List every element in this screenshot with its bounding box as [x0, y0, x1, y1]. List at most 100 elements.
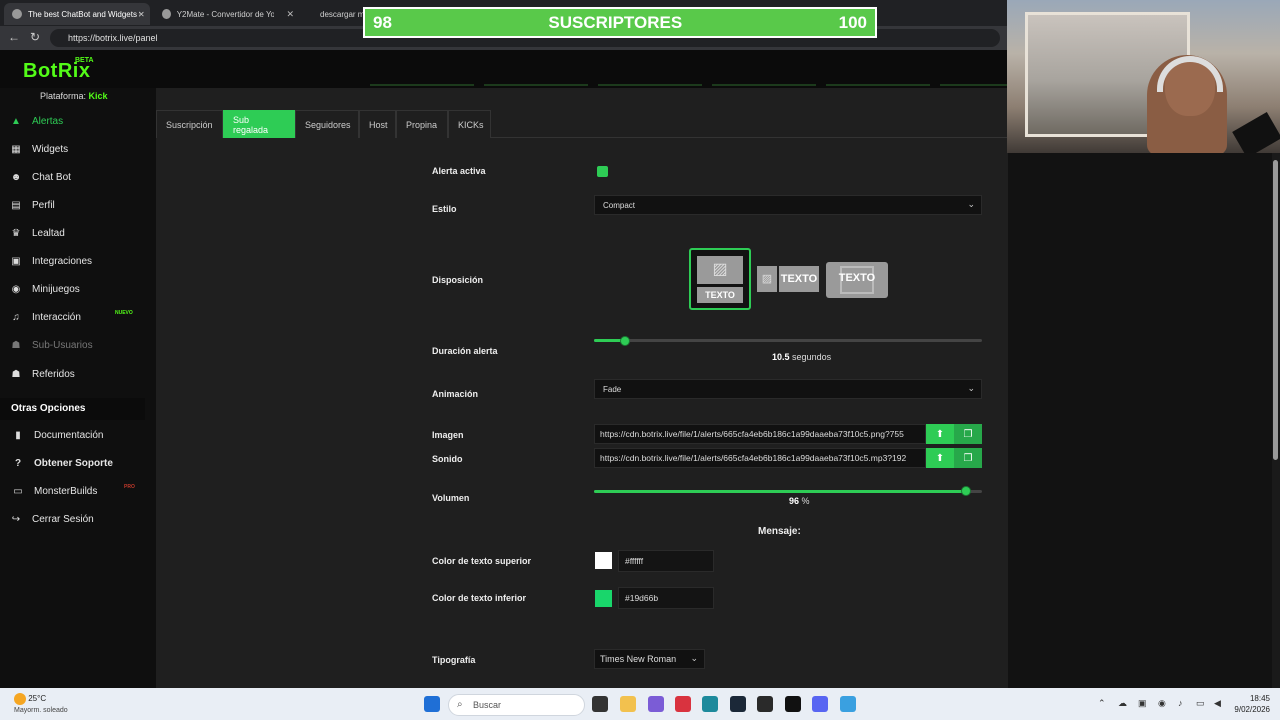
sidebar-item-alertas[interactable]: ▲ Alertas [10, 111, 150, 131]
edge-icon[interactable] [702, 696, 718, 712]
weather-widget[interactable]: 25°C Mayorm. soleado [14, 693, 68, 714]
reload-icon[interactable]: ↻ [30, 30, 40, 44]
sidebar-item-documentacion[interactable]: ▮ Documentación [12, 425, 152, 445]
sidebar-item-minijuegos[interactable]: ◉ Minijuegos [10, 279, 150, 299]
header-divider [826, 84, 930, 86]
scrollbar-thumb[interactable] [1273, 160, 1278, 460]
back-arrow-icon[interactable]: ← [8, 30, 20, 44]
browser-tab-search[interactable]: descargar m [306, 3, 366, 25]
chevron-down-icon: ⌄ [967, 199, 975, 209]
sidebar-item-lealtad[interactable]: ♛ Lealtad [10, 223, 150, 243]
taskbar-search[interactable]: ⌕ Buscar [448, 694, 585, 716]
tab-kicks[interactable]: KICKs [448, 110, 491, 138]
task-view-icon[interactable] [592, 696, 608, 712]
robot-icon: ☻ [10, 171, 22, 183]
close-tab-icon[interactable]: ✕ [286, 9, 294, 20]
app-icon[interactable] [675, 696, 691, 712]
duracion-label: Duración alerta [432, 346, 498, 356]
animacion-value: Fade [603, 384, 622, 394]
sidebar-item-cerrar-sesion[interactable]: ↪ Cerrar Sesión [10, 509, 150, 529]
clock-time: 18:45 [1249, 694, 1270, 703]
alerta-activa-checkbox[interactable] [597, 166, 608, 177]
webcam-overlay [1007, 0, 1280, 153]
sidebar-item-label: Referidos [32, 368, 75, 380]
sidebar-item-label: Widgets [32, 143, 69, 155]
sonido-url-input[interactable]: https://cdn.botrix.live/file/1/alerts/66… [594, 448, 926, 468]
sidebar-item-widgets[interactable]: ▦ Widgets [10, 139, 150, 159]
obs-icon[interactable] [757, 696, 773, 712]
steam-icon[interactable] [730, 696, 746, 712]
duracion-slider-track[interactable] [594, 339, 982, 342]
tray-app-icon[interactable]: ▣ [1138, 698, 1147, 709]
close-tab-icon[interactable]: ✕ [138, 3, 150, 25]
color-inferior-swatch[interactable] [595, 590, 612, 607]
copilot-icon[interactable] [648, 696, 664, 712]
imagen-label: Imagen [432, 430, 464, 440]
book-icon: ▮ [15, 429, 21, 441]
weather-desc: Mayorm. soleado [14, 707, 68, 714]
layout-option-vertical[interactable]: ▨ TEXTO [689, 248, 751, 310]
goal-label: SUSCRIPTORES [548, 12, 683, 32]
sidebar-item-chatbot[interactable]: ☻ Chat Bot [10, 167, 150, 187]
upload-icon: ⬆ [935, 428, 945, 440]
cloud-icon[interactable]: ☁ [1118, 698, 1127, 709]
duracion-readout: 10.5 segundos [772, 352, 831, 362]
duracion-slider-handle[interactable] [620, 336, 630, 346]
tab-seguidores[interactable]: Seguidores [295, 110, 359, 138]
upload-sound-button[interactable]: ⬆ [926, 448, 954, 468]
alert-settings-panel: Suscripción Sub regalada Seguidores Host… [156, 88, 1008, 688]
clock-date: 9/02/2026 [1234, 705, 1270, 714]
network-icon[interactable]: ▭ [1196, 698, 1205, 709]
estilo-select[interactable]: Compact ⌄ [594, 195, 982, 215]
sidebar-item-label: Sub-Usuarios [32, 339, 93, 351]
imagen-url-input[interactable]: https://cdn.botrix.live/file/1/alerts/66… [594, 424, 926, 444]
sidebar-item-perfil[interactable]: ▤ Perfil [10, 195, 150, 215]
tray-chevron-icon[interactable]: ⌃ [1098, 698, 1106, 709]
image-gallery-button[interactable]: ❐ [954, 424, 982, 444]
browser-tab-y2mate[interactable]: Y2Mate - Convertidor de YouTube ✕ [154, 3, 302, 25]
browser-tab-title: The best ChatBot and Widgets for [28, 9, 140, 19]
app-icon[interactable] [785, 696, 801, 712]
tab-sub-regalada[interactable]: Sub regalada [223, 110, 295, 138]
taskbar-clock[interactable]: 18:45 9/02/2026 [1234, 693, 1270, 715]
layout-option-overlay[interactable]: TEXTO [826, 262, 888, 298]
sidebar-item-integraciones[interactable]: ▣ Integraciones [10, 251, 150, 271]
upload-icon: ⬆ [935, 452, 945, 464]
browser-tab-botrix[interactable]: The best ChatBot and Widgets for [4, 3, 150, 25]
animacion-select[interactable]: Fade ⌄ [594, 379, 982, 399]
tab-suscripcion[interactable]: Suscripción [156, 110, 223, 138]
sidebar-item-referidos[interactable]: ☗ Referidos [10, 364, 150, 384]
tipografia-select[interactable]: Times New Roman ⌄ [594, 649, 705, 669]
color-superior-input[interactable]: #ffffff [618, 550, 714, 572]
sidebar-item-sub-usuarios[interactable]: ☗ Sub-Usuarios [10, 335, 150, 355]
beta-badge: BETA [75, 57, 94, 64]
upload-image-button[interactable]: ⬆ [926, 424, 954, 444]
mic-icon[interactable]: ♪ [1178, 698, 1183, 708]
animacion-label: Animación [432, 389, 479, 399]
sound-gallery-button[interactable]: ❐ [954, 448, 982, 468]
color-superior-swatch[interactable] [595, 552, 612, 569]
logout-icon: ↪ [11, 513, 21, 525]
tab-propina[interactable]: Propina [396, 110, 448, 138]
duracion-unit: segundos [792, 352, 832, 362]
volumen-label: Volumen [432, 493, 470, 503]
search-icon: ⌕ [457, 699, 463, 710]
layout-option-horizontal[interactable]: ▨ TEXTO [757, 264, 819, 294]
header-divider [484, 84, 588, 86]
windows-start-icon[interactable] [424, 696, 440, 712]
discord-icon[interactable] [812, 696, 828, 712]
gallery-icon: ❐ [963, 452, 973, 464]
tab-host[interactable]: Host [359, 110, 396, 138]
volume-icon[interactable]: ◀ [1214, 698, 1221, 709]
layout-text-label: TEXTO [779, 266, 819, 292]
sonido-label: Sonido [432, 454, 463, 464]
file-explorer-icon[interactable] [620, 696, 636, 712]
image-placeholder-icon: ▨ [757, 266, 777, 292]
sidebar-item-soporte[interactable]: ? Obtener Soporte [12, 453, 152, 473]
tray-app-icon[interactable]: ◉ [1158, 698, 1166, 709]
volumen-slider-handle[interactable] [961, 486, 971, 496]
color-inferior-input[interactable]: #19d66b [618, 587, 714, 609]
estilo-label: Estilo [432, 204, 457, 214]
sidebar: Plataforma: Kick ▲ Alertas ▦ Widgets ☻ C… [0, 88, 156, 688]
notepad-icon[interactable] [840, 696, 856, 712]
